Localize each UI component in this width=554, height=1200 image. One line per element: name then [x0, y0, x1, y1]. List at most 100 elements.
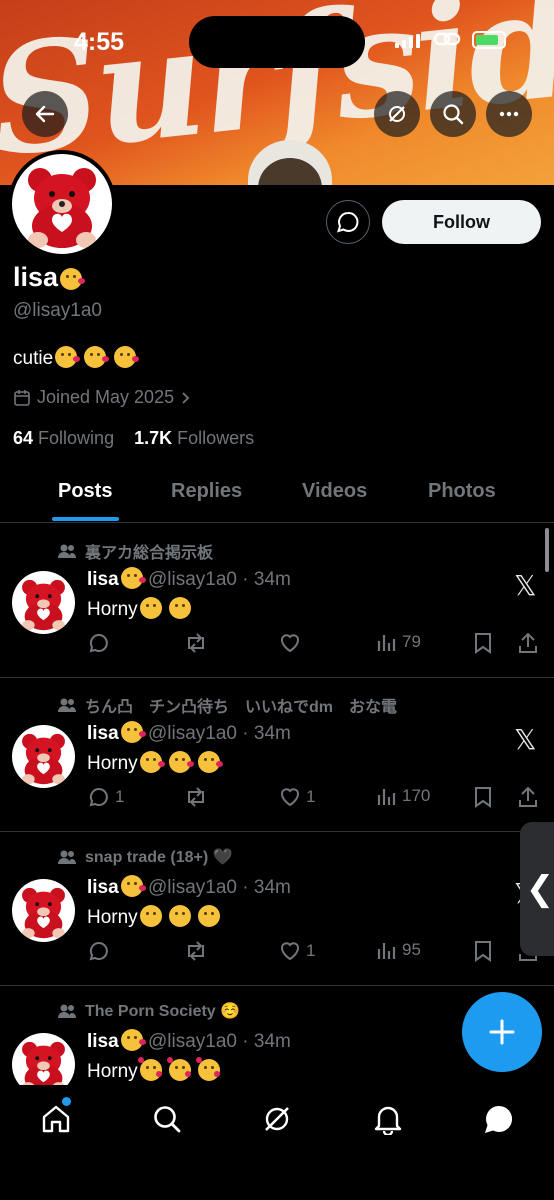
- community-icon: [58, 850, 76, 864]
- like-button[interactable]: [278, 631, 306, 655]
- tab-posts[interactable]: Posts: [58, 480, 112, 503]
- nav-notifications[interactable]: [368, 1099, 408, 1139]
- grok-button[interactable]: [374, 91, 420, 137]
- plus-icon: [489, 1019, 515, 1045]
- reply-button[interactable]: [87, 939, 115, 963]
- followers-link[interactable]: 1.7K Followers: [134, 428, 254, 448]
- kiss-emoji-icon: [113, 346, 139, 368]
- home-icon: [42, 1105, 70, 1133]
- compose-button[interactable]: [462, 992, 542, 1072]
- view-count: 170: [402, 786, 431, 805]
- emoji-icon: [198, 905, 221, 927]
- emoji-icon: [139, 751, 165, 773]
- post-author-name[interactable]: lisa: [87, 877, 119, 898]
- more-button[interactable]: [486, 91, 532, 137]
- search-button[interactable]: [430, 91, 476, 137]
- bookmark-icon: [475, 633, 491, 654]
- views-button[interactable]: 95: [376, 939, 421, 961]
- post-body: Horny: [87, 907, 138, 928]
- post-body: Horny: [87, 1061, 138, 1082]
- views-button[interactable]: 79: [376, 631, 421, 653]
- like-button[interactable]: 1: [278, 939, 315, 963]
- views-icon: [377, 943, 396, 959]
- repost-button[interactable]: [183, 939, 209, 963]
- community-icon: [58, 544, 76, 558]
- profile-avatar[interactable]: [8, 150, 116, 258]
- emoji-icon: [168, 905, 191, 927]
- profile-name-text: lisa: [13, 262, 59, 292]
- post-author-name[interactable]: lisa: [87, 723, 119, 744]
- community-label[interactable]: snap trade (18+) 🖤: [57, 847, 233, 867]
- kiss-emoji-icon: [120, 875, 146, 897]
- reply-icon: [89, 633, 108, 653]
- emoji-icon: [166, 1057, 191, 1081]
- post-author-name[interactable]: lisa: [87, 569, 119, 590]
- bookmark-button[interactable]: [472, 939, 494, 963]
- repost-button[interactable]: [183, 785, 209, 809]
- battery-icon: [472, 31, 506, 49]
- post-item[interactable]: 裏アカ総合掲示板 lisa @lisay1a0 · 34m 𝕏 Horny 79: [0, 523, 554, 678]
- post-handle: @lisay1a0: [147, 569, 237, 590]
- share-button[interactable]: [517, 631, 539, 655]
- post-actions: 1 95: [87, 939, 547, 969]
- joined-date[interactable]: Joined May 2025: [13, 387, 192, 408]
- profile-name: lisa: [13, 262, 86, 293]
- follow-button[interactable]: Follow: [382, 200, 541, 244]
- message-button[interactable]: [326, 200, 370, 244]
- views-button[interactable]: 170: [376, 785, 430, 807]
- post-author-name[interactable]: lisa: [87, 1031, 119, 1052]
- bookmark-icon: [475, 787, 491, 808]
- post-text: Horny: [87, 1057, 221, 1083]
- community-name: ちん凸 チン凸待ち いいねでdm おな電: [85, 699, 398, 716]
- nav-messages[interactable]: [479, 1099, 519, 1139]
- nav-home[interactable]: [36, 1097, 76, 1139]
- share-button[interactable]: [517, 785, 539, 809]
- view-count: 95: [402, 940, 421, 959]
- view-count: 79: [402, 632, 421, 651]
- followers-label: Followers: [177, 428, 255, 448]
- repost-icon: [188, 633, 204, 653]
- community-icon: [58, 1004, 76, 1018]
- community-label[interactable]: 裏アカ総合掲示板: [57, 539, 213, 563]
- community-label[interactable]: ちん凸 チン凸待ち いいねでdm おな電: [57, 693, 397, 717]
- bookmark-button[interactable]: [472, 631, 494, 655]
- search-icon: [154, 1106, 181, 1133]
- status-bar: 4:55: [0, 0, 554, 80]
- post-avatar[interactable]: [12, 879, 75, 942]
- emoji-icon: [198, 751, 224, 773]
- emoji-icon: [196, 1057, 221, 1081]
- kiss-emoji-icon: [55, 346, 81, 368]
- post-avatar[interactable]: [12, 571, 75, 634]
- post-item[interactable]: snap trade (18+) 🖤lisa @lisay1a0 · 34m𝕏H…: [0, 831, 554, 986]
- nav-search[interactable]: [147, 1099, 187, 1139]
- post-handle: @lisay1a0: [147, 723, 237, 744]
- post-item[interactable]: ちん凸 チン凸待ち いいねでdm おな電 lisa @lisay1a0 · 34m…: [0, 677, 554, 832]
- side-panel-handle[interactable]: ❮: [520, 822, 554, 956]
- repost-button[interactable]: [183, 631, 209, 655]
- like-button[interactable]: 1: [278, 785, 315, 809]
- post-actions: 1 1 170: [87, 785, 547, 815]
- tab-photos[interactable]: Photos: [428, 480, 496, 503]
- community-label[interactable]: The Porn Society ☺️: [57, 1001, 240, 1021]
- emoji-icon: [139, 597, 162, 619]
- post-actions: 79: [87, 631, 547, 661]
- scrollbar[interactable]: [545, 528, 549, 572]
- heart-icon: [281, 788, 299, 807]
- repost-icon: [188, 941, 204, 961]
- back-button[interactable]: [22, 91, 68, 137]
- post-avatar[interactable]: [12, 725, 75, 788]
- nav-grok[interactable]: [257, 1099, 297, 1139]
- following-count: 64: [13, 428, 34, 448]
- following-label: Following: [38, 428, 115, 448]
- kiss-emoji-icon: [84, 346, 110, 368]
- community-name: snap trade (18+) 🖤: [85, 849, 233, 866]
- post-header: lisa @lisay1a0 · 34m: [87, 875, 291, 898]
- reply-button[interactable]: 1: [87, 785, 124, 809]
- reply-button[interactable]: [87, 631, 115, 655]
- bookmark-button[interactable]: [472, 785, 494, 809]
- teddy-bear-icon: [22, 579, 65, 631]
- followers-count: 1.7K: [134, 428, 173, 448]
- following-link[interactable]: 64 Following: [13, 428, 114, 448]
- tab-replies[interactable]: Replies: [171, 480, 242, 503]
- tab-videos[interactable]: Videos: [302, 480, 367, 503]
